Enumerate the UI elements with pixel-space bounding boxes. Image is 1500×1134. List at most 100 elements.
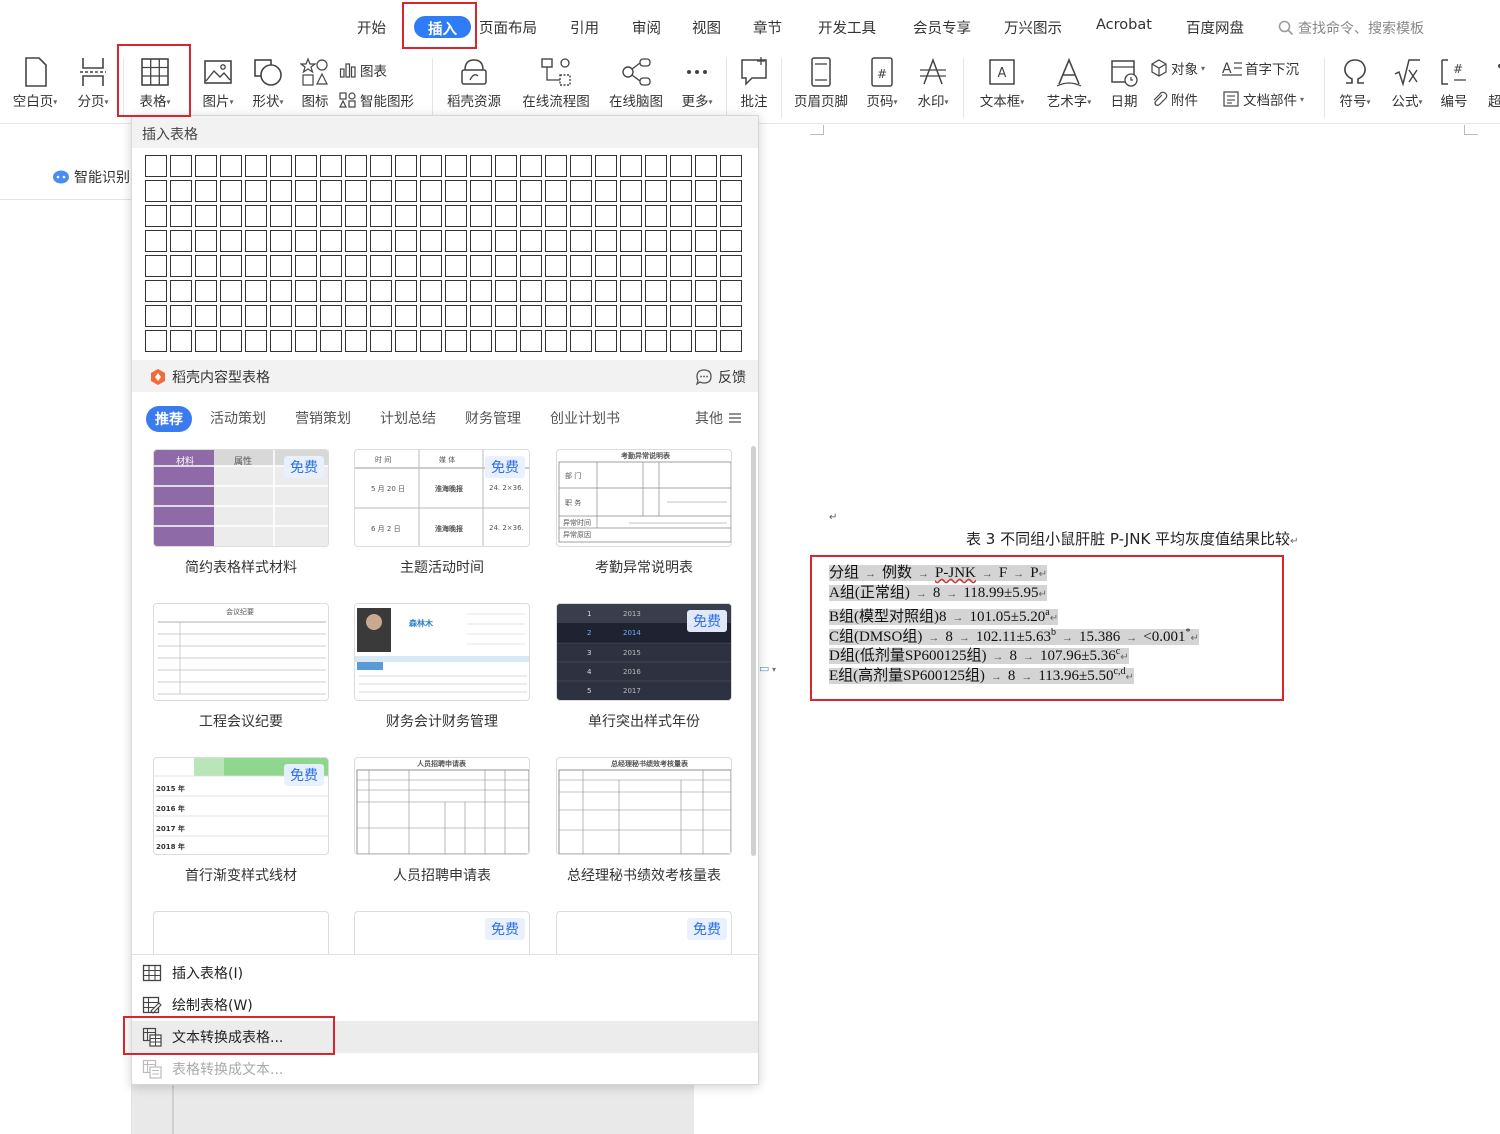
grid-cell[interactable] (720, 180, 742, 202)
category-business-plan[interactable]: 创业计划书 (550, 408, 620, 428)
smart-recognition-button[interactable]: 智能识别 (52, 167, 130, 187)
paste-options-icon[interactable]: ▭ ▾ (759, 662, 776, 675)
shape-button[interactable]: 形状▾ (246, 56, 290, 110)
grid-cell[interactable] (570, 255, 592, 277)
grid-cell[interactable] (145, 180, 167, 202)
grid-cell[interactable] (295, 205, 317, 227)
grid-cell[interactable] (245, 230, 267, 252)
grid-cell[interactable] (695, 305, 717, 327)
docer-resource-button[interactable]: 稻壳资源 (442, 56, 506, 110)
grid-cell[interactable] (445, 255, 467, 277)
grid-cell[interactable] (695, 255, 717, 277)
grid-cell[interactable] (370, 180, 392, 202)
grid-cell[interactable] (345, 255, 367, 277)
grid-cell[interactable] (270, 255, 292, 277)
grid-cell[interactable] (170, 305, 192, 327)
doc-parts-button[interactable]: 文档部件 ▾ (1222, 89, 1304, 109)
template-card[interactable]: 森林木 财务会计财务管理 (354, 603, 530, 731)
grid-cell[interactable] (695, 180, 717, 202)
grid-cell[interactable] (645, 230, 667, 252)
grid-cell[interactable] (545, 255, 567, 277)
grid-cell[interactable] (670, 330, 692, 352)
grid-cell[interactable] (370, 330, 392, 352)
grid-cell[interactable] (420, 330, 442, 352)
grid-cell[interactable] (320, 330, 342, 352)
grid-cell[interactable] (245, 330, 267, 352)
grid-cell[interactable] (470, 230, 492, 252)
grid-cell[interactable] (420, 255, 442, 277)
grid-cell[interactable] (570, 280, 592, 302)
grid-cell[interactable] (720, 205, 742, 227)
grid-cell[interactable] (520, 205, 542, 227)
grid-cell[interactable] (445, 305, 467, 327)
grid-cell[interactable] (495, 255, 517, 277)
grid-cell[interactable] (395, 155, 417, 177)
page-break-button[interactable]: 分页▾ (70, 56, 116, 110)
grid-cell[interactable] (670, 205, 692, 227)
grid-cell[interactable] (495, 305, 517, 327)
attachment-button[interactable]: 附件 (1150, 89, 1198, 109)
template-card[interactable]: 会议纪要 工程会议纪要 (153, 603, 329, 731)
grid-cell[interactable] (395, 180, 417, 202)
grid-cell[interactable] (370, 230, 392, 252)
grid-cell[interactable] (395, 255, 417, 277)
grid-cell[interactable] (270, 330, 292, 352)
command-search[interactable]: 查找命令、搜索模板 (1278, 18, 1424, 38)
object-button[interactable]: 对象 ▾ (1150, 58, 1205, 78)
chart-button[interactable]: 图表 (339, 60, 387, 80)
grid-cell[interactable] (270, 230, 292, 252)
grid-cell[interactable] (420, 230, 442, 252)
grid-cell[interactable] (695, 330, 717, 352)
numbering-button[interactable]: # 编号 (1434, 56, 1474, 110)
grid-cell[interactable] (620, 330, 642, 352)
feedback-button[interactable]: 反馈 (695, 367, 746, 387)
grid-cell[interactable] (420, 155, 442, 177)
grid-cell[interactable] (170, 280, 192, 302)
grid-cell[interactable] (395, 205, 417, 227)
online-mindmap-button[interactable]: 在线脑图 (603, 56, 669, 110)
grid-cell[interactable] (195, 330, 217, 352)
grid-cell[interactable] (270, 180, 292, 202)
grid-cell[interactable] (720, 230, 742, 252)
tab-references[interactable]: 引用 (570, 17, 599, 39)
grid-cell[interactable] (545, 155, 567, 177)
grid-cell[interactable] (520, 230, 542, 252)
grid-cell[interactable] (570, 330, 592, 352)
grid-cell[interactable] (545, 180, 567, 202)
grid-cell[interactable] (345, 305, 367, 327)
grid-cell[interactable] (395, 305, 417, 327)
grid-cell[interactable] (345, 330, 367, 352)
grid-cell[interactable] (320, 155, 342, 177)
grid-cell[interactable] (370, 205, 392, 227)
overflow-button[interactable]: 超 (1488, 56, 1500, 110)
grid-cell[interactable] (420, 205, 442, 227)
formula-button[interactable]: 公式▾ (1384, 56, 1430, 110)
grid-cell[interactable] (345, 230, 367, 252)
grid-cell[interactable] (620, 155, 642, 177)
grid-cell[interactable] (145, 280, 167, 302)
grid-cell[interactable] (595, 230, 617, 252)
grid-cell[interactable] (545, 305, 567, 327)
drop-cap-button[interactable]: A 首字下沉 (1222, 58, 1299, 78)
grid-cell[interactable] (320, 180, 342, 202)
template-card-partial[interactable] (153, 911, 329, 954)
grid-cell[interactable] (495, 230, 517, 252)
grid-cell[interactable] (595, 205, 617, 227)
grid-cell[interactable] (345, 155, 367, 177)
grid-cell[interactable] (195, 155, 217, 177)
grid-cell[interactable] (370, 305, 392, 327)
grid-cell[interactable] (470, 330, 492, 352)
grid-cell[interactable] (570, 180, 592, 202)
grid-cell[interactable] (570, 205, 592, 227)
grid-cell[interactable] (570, 305, 592, 327)
grid-cell[interactable] (145, 155, 167, 177)
grid-cell[interactable] (245, 305, 267, 327)
grid-cell[interactable] (720, 255, 742, 277)
grid-cell[interactable] (270, 280, 292, 302)
grid-cell[interactable] (545, 280, 567, 302)
grid-cell[interactable] (295, 305, 317, 327)
grid-cell[interactable] (670, 180, 692, 202)
symbol-button[interactable]: 符号▾ (1332, 56, 1378, 110)
grid-cell[interactable] (245, 180, 267, 202)
grid-cell[interactable] (170, 230, 192, 252)
